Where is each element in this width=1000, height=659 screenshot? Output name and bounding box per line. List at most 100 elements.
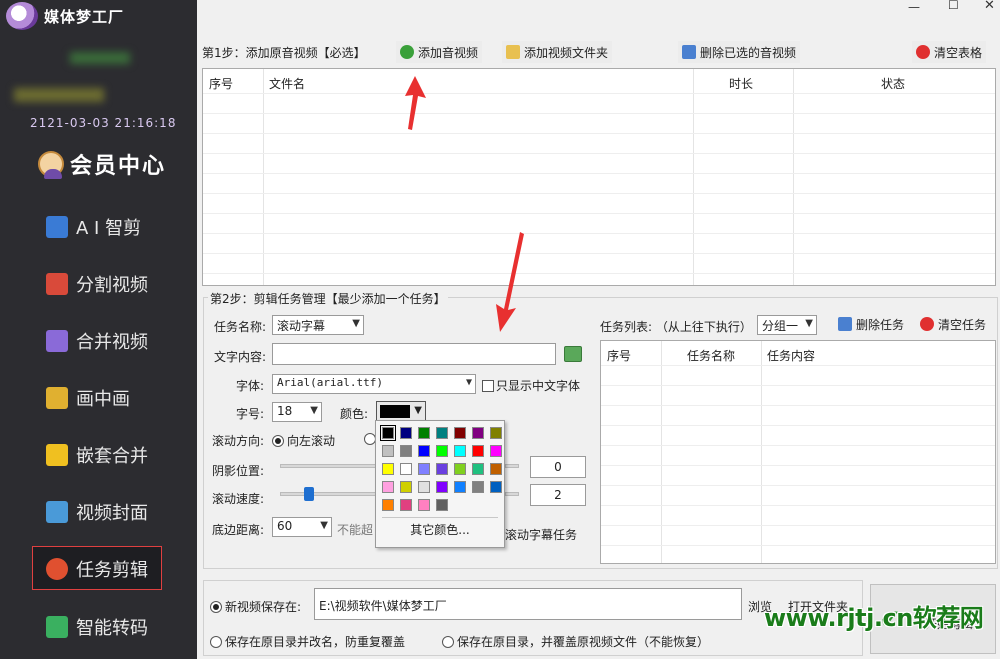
color-swatch-option[interactable] xyxy=(436,427,448,439)
nav-split-video[interactable]: 分割视频 xyxy=(0,259,197,309)
annotation-arrow-down-icon xyxy=(496,232,524,332)
color-swatch-option[interactable] xyxy=(436,481,448,493)
size-select[interactable]: 18 ▼ xyxy=(272,402,322,422)
color-swatch-option[interactable] xyxy=(436,499,448,511)
color-swatch-option[interactable] xyxy=(418,481,430,493)
color-swatch-option[interactable] xyxy=(490,463,502,475)
app-logo xyxy=(6,2,38,30)
task-name-select[interactable]: 滚动字幕 ▼ xyxy=(272,315,364,335)
delete-selected-button[interactable]: 删除已选的音视频 xyxy=(678,41,801,63)
color-swatch-option[interactable] xyxy=(418,463,430,475)
color-swatch-option[interactable] xyxy=(380,425,396,441)
merge-video-icon xyxy=(46,330,68,352)
shadow-slider[interactable] xyxy=(280,464,376,468)
vip-avatar-icon xyxy=(38,151,64,179)
direction-left-radio[interactable]: 向左滚动 xyxy=(272,432,335,449)
color-swatch-option[interactable] xyxy=(418,427,430,439)
direction-left-label: 向左滚动 xyxy=(287,434,336,448)
import-text-icon[interactable] xyxy=(564,346,582,362)
color-swatch-option[interactable] xyxy=(436,445,448,457)
chinese-only-checkbox[interactable]: 只显示中文字体 xyxy=(482,377,580,394)
nav-label: A I 智剪 xyxy=(76,218,142,239)
color-swatch-option[interactable] xyxy=(418,499,430,511)
save-overwrite-radio[interactable]: 保存在原目录，并覆盖原视频文件（不能恢复） xyxy=(442,633,709,650)
delete-task-button[interactable]: 删除任务 xyxy=(834,313,908,335)
bottom-distance-select[interactable]: 60 ▼ xyxy=(272,517,332,537)
color-swatch-option[interactable] xyxy=(472,445,484,457)
shadow-slider-end xyxy=(505,464,519,468)
task-table[interactable]: 序号 任务名称 任务内容 xyxy=(600,340,996,564)
delete-task-label: 删除任务 xyxy=(856,317,905,332)
close-button[interactable]: ✕ xyxy=(984,0,995,13)
color-swatch-option[interactable] xyxy=(382,463,394,475)
nav-picture-in-picture[interactable]: 画中画 xyxy=(0,373,197,423)
col-task-content[interactable]: 任务内容 xyxy=(767,347,815,364)
color-swatch-option[interactable] xyxy=(418,445,430,457)
color-swatch-option[interactable] xyxy=(382,445,394,457)
color-swatch-option[interactable] xyxy=(472,481,484,493)
maximize-button[interactable]: ☐ xyxy=(948,0,959,12)
speed-slider-end xyxy=(505,492,519,496)
more-colors-button[interactable]: 其它颜色... xyxy=(376,521,504,538)
color-swatch-option[interactable] xyxy=(490,481,502,493)
shadow-value-input[interactable]: 0 xyxy=(530,456,586,478)
color-swatch-option[interactable] xyxy=(454,463,466,475)
color-swatch-option[interactable] xyxy=(490,427,502,439)
color-swatch-option[interactable] xyxy=(382,499,394,511)
save-path-input[interactable]: E:\视频软件\媒体梦工厂 xyxy=(314,588,742,620)
col-filename[interactable]: 文件名 xyxy=(269,75,305,92)
save-new-radio[interactable]: 新视频保存在: xyxy=(210,598,301,615)
file-table[interactable]: 序号 文件名 时长 状态 xyxy=(202,68,996,286)
clear-table-button[interactable]: 清空表格 xyxy=(912,41,987,63)
color-swatch-option[interactable] xyxy=(400,499,412,511)
speed-value-input[interactable]: 2 xyxy=(530,484,586,506)
color-swatch-option[interactable] xyxy=(472,427,484,439)
color-swatch-option[interactable] xyxy=(400,445,412,457)
add-task-button[interactable]: 滚动字幕任务 xyxy=(505,526,577,543)
speed-slider-thumb[interactable] xyxy=(304,487,314,501)
nav-task-edit[interactable]: 任务剪辑 xyxy=(0,544,197,594)
color-swatch-option[interactable] xyxy=(454,445,466,457)
speed-slider[interactable] xyxy=(280,492,376,496)
color-picker-button[interactable]: ▼ xyxy=(376,401,426,421)
color-swatch-option[interactable] xyxy=(454,427,466,439)
minimize-button[interactable]: — xyxy=(908,0,920,14)
color-swatch-option[interactable] xyxy=(400,463,412,475)
chevron-down-icon: ▼ xyxy=(310,405,318,416)
task-name-value: 滚动字幕 xyxy=(277,319,326,333)
color-swatch-option[interactable] xyxy=(454,481,466,493)
chevron-down-icon: ▼ xyxy=(465,377,472,388)
radio-icon xyxy=(272,435,284,447)
color-swatch-option[interactable] xyxy=(436,463,448,475)
col-task-name[interactable]: 任务名称 xyxy=(687,347,735,364)
palette-divider xyxy=(382,517,498,518)
nav-ai-edit[interactable]: A I 智剪 xyxy=(0,202,197,252)
nav-label: 分割视频 xyxy=(76,275,148,296)
nav-nested-merge[interactable]: 嵌套合并 xyxy=(0,430,197,480)
color-swatch-option[interactable] xyxy=(382,481,394,493)
add-folder-button[interactable]: 添加视频文件夹 xyxy=(502,41,613,63)
col-task-index[interactable]: 序号 xyxy=(607,347,631,364)
col-duration[interactable]: 时长 xyxy=(729,75,753,92)
text-content-input[interactable] xyxy=(272,343,556,365)
video-cover-icon xyxy=(46,501,68,523)
nav-smart-transcode[interactable]: 智能转码 xyxy=(0,602,197,652)
add-av-button[interactable]: 添加音视频 xyxy=(396,41,483,63)
col-index[interactable]: 序号 xyxy=(209,75,233,92)
step1-label: 第1步：添加原音视频【必选】 xyxy=(202,46,366,60)
color-swatch-option[interactable] xyxy=(472,463,484,475)
color-swatch-option[interactable] xyxy=(490,445,502,457)
clear-task-button[interactable]: 清空任务 xyxy=(916,313,990,335)
vip-center-button[interactable]: 会员中心 xyxy=(38,148,166,180)
size-label: 字号: xyxy=(236,407,265,421)
color-swatch-option[interactable] xyxy=(400,481,412,493)
split-video-icon xyxy=(46,273,68,295)
font-select[interactable]: Arial(arial.ttf) ▼ xyxy=(272,374,476,394)
font-value: Arial(arial.ttf) xyxy=(277,376,383,389)
group-select[interactable]: 分组一 ▼ xyxy=(757,315,817,335)
nav-video-cover[interactable]: 视频封面 xyxy=(0,487,197,537)
nav-merge-video[interactable]: 合并视频 xyxy=(0,316,197,366)
col-status[interactable]: 状态 xyxy=(881,75,905,92)
color-swatch-option[interactable] xyxy=(400,427,412,439)
save-rename-radio[interactable]: 保存在原目录并改名，防重复覆盖 xyxy=(210,633,405,650)
